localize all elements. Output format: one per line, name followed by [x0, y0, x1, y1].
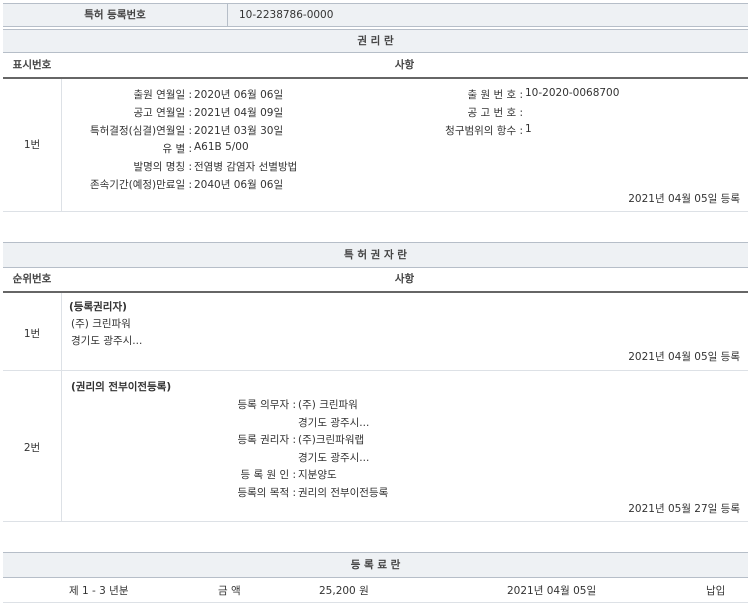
field-claim-count: 청구범위의 항수 : 1 [445, 123, 532, 137]
rights-row: 1번 출원 연월일 : 2020년 06월 06일 공고 연월일 : 2021년… [3, 79, 748, 212]
field-obligor-address: 경기도 광주시... [298, 416, 370, 429]
holders-col-num: 순위번호 [12, 273, 52, 285]
field-decision-date: 특허결정(심결)연월일 : 2021년 03월 30일 [89, 125, 284, 137]
holders-row-2-heading: (권리의 전부이전등록) [71, 381, 172, 393]
fee-row: 제 1 - 3 년분 금 액 25,200 원 2021년 04월 05일 납입 [3, 578, 748, 603]
rights-left-fields: 출원 연월일 : 2020년 06월 06일 공고 연월일 : 2021년 04… [61, 87, 451, 195]
field-classification: 유 별 : A61B 5/00 [162, 141, 249, 155]
field-registration-holder: 등록 권리자 : (주)크린파워랩 [237, 434, 365, 446]
fee-period: 제 1 - 3 년분 [69, 585, 129, 597]
registration-number-label: 특허 등록번호 [84, 9, 146, 21]
field-registration-cause: 등 록 원 인 : 지분양도 [240, 469, 337, 481]
holders-row-2-registration-date: 2021년 05월 27일 등록 [628, 503, 740, 515]
fee-amount: 25,200 원 [319, 585, 369, 597]
holders-row-1-heading: (등록권리자) [69, 301, 127, 313]
field-application-number: 출 원 번 호 : 10-2020-0068700 [467, 87, 620, 101]
fee-payment-date: 2021년 04월 05일 [507, 585, 597, 597]
holders-row-1-name: (주) 크린파워 [71, 318, 131, 330]
holders-row-2-number: 2번 [23, 442, 41, 454]
field-invention-title: 발명의 명칭 : 전염병 감염자 선별방법 [133, 161, 298, 173]
field-publication-date: 공고 연월일 : 2021년 04월 09일 [133, 107, 284, 119]
holders-row-1-address: 경기도 광주시... [71, 335, 143, 347]
holders-row-1-registration-date: 2021년 04월 05일 등록 [628, 351, 740, 363]
fee-amount-label: 금 액 [218, 585, 241, 597]
field-publication-number: 공 고 번 호 : [467, 107, 523, 119]
field-registration-purpose: 등록의 목적 : 권리의 전부이전등록 [237, 486, 389, 499]
field-filing-date: 출원 연월일 : 2020년 06월 06일 [133, 89, 284, 101]
rights-column-header: 표시번호 사항 [3, 54, 748, 79]
fee-section-title: 등 록 료 란 [3, 552, 748, 578]
fee-status: 납입 [706, 585, 726, 597]
field-expiry-date: 존속기간(예정)만료일 : 2040년 06월 06일 [89, 179, 284, 191]
rights-registration-date: 2021년 04월 05일 등록 [628, 193, 740, 205]
holders-col-item: 사항 [394, 273, 415, 285]
holders-row-1-number: 1번 [23, 328, 41, 340]
holders-row-1: 1번 (등록권리자) (주) 크린파워 경기도 광주시... 2021년 04월… [3, 293, 748, 371]
field-registration-obligor: 등록 의무자 : (주) 크린파워 [237, 399, 358, 411]
rights-section-title: 권 리 란 [3, 29, 748, 53]
registration-number-value: 10-2238786-0000 [239, 9, 334, 21]
field-holder-address: 경기도 광주시... [298, 451, 370, 464]
holders-row-2-fields: 등록 의무자 : (주) 크린파워 경기도 광주시... 등록 권리자 : (주… [203, 397, 503, 502]
rights-right-fields: 출 원 번 호 : 10-2020-0068700 공 고 번 호 : 청구범위… [403, 87, 703, 141]
holders-column-header: 순위번호 사항 [3, 268, 748, 293]
rights-col-item: 사항 [394, 59, 415, 71]
rights-row-number: 1번 [23, 139, 41, 151]
holders-section-title: 특 허 권 자 란 [3, 242, 748, 268]
registration-number-row: 특허 등록번호 10-2238786-0000 [3, 3, 748, 27]
rights-col-num: 표시번호 [12, 59, 52, 71]
holders-row-2: 2번 (권리의 전부이전등록) 등록 의무자 : (주) 크린파워 경기도 광주… [3, 371, 748, 522]
